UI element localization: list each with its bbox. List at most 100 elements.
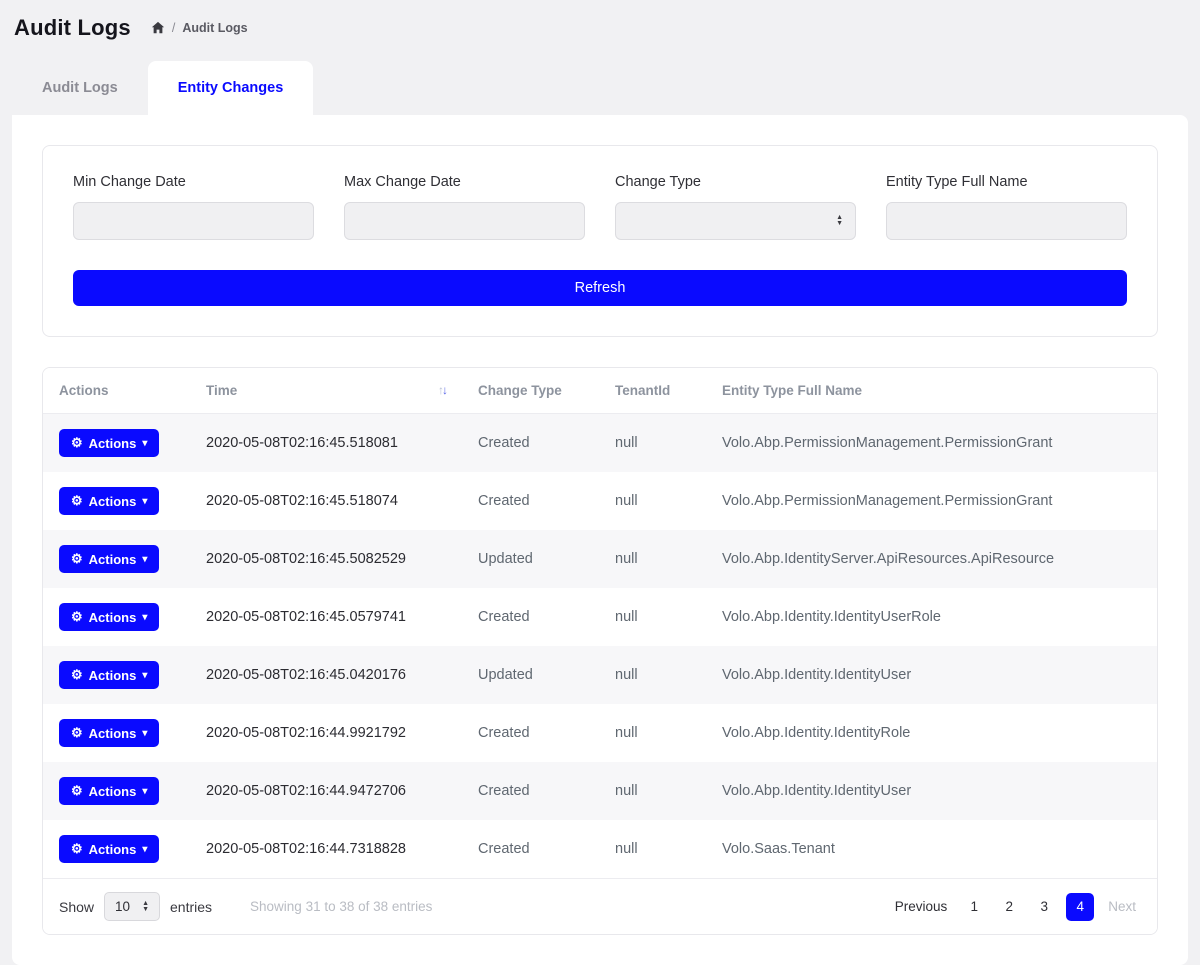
cell-change-type: Created xyxy=(462,762,599,820)
updown-arrows-icon: ▲▼ xyxy=(142,901,149,913)
row-actions-button[interactable]: ⚙ Actions ▾ xyxy=(59,835,159,863)
tab-audit-logs[interactable]: Audit Logs xyxy=(12,61,148,115)
actions-button-label: Actions xyxy=(89,610,137,625)
gear-icon: ⚙ xyxy=(71,841,83,857)
column-header-tenant-id: TenantId xyxy=(599,368,706,414)
caret-down-icon: ▾ xyxy=(142,554,147,565)
max-change-date-input[interactable] xyxy=(344,202,585,240)
cell-entity-type: Volo.Abp.PermissionManagement.Permission… xyxy=(706,472,1157,530)
show-label: Show xyxy=(59,899,94,915)
cell-entity-type: Volo.Abp.Identity.IdentityUserRole xyxy=(706,588,1157,646)
caret-down-icon: ▾ xyxy=(142,496,147,507)
page-header: Audit Logs / Audit Logs xyxy=(0,0,1200,49)
cell-change-type: Created xyxy=(462,704,599,762)
cell-entity-type: Volo.Abp.PermissionManagement.Permission… xyxy=(706,414,1157,473)
entries-summary: Showing 31 to 38 of 38 entries xyxy=(250,899,432,914)
cell-time: 2020-05-08T02:16:45.5082529 xyxy=(190,530,462,588)
actions-button-label: Actions xyxy=(89,552,137,567)
cell-change-type: Created xyxy=(462,472,599,530)
cell-change-type: Created xyxy=(462,588,599,646)
sort-icon[interactable]: ↑↓ xyxy=(438,383,446,397)
table-row: ⚙Actions▾2020-05-08T02:16:44.7318828Crea… xyxy=(43,820,1157,878)
row-actions-button[interactable]: ⚙Actions▾ xyxy=(59,661,159,689)
table-body: ⚙Actions▾2020-05-08T02:16:45.518081Creat… xyxy=(43,414,1157,879)
max-change-date-label: Max Change Date xyxy=(344,174,585,190)
table-header-row: Actions Time ↑↓ Change Type TenantId Ent… xyxy=(43,368,1157,414)
row-actions-button[interactable]: ⚙Actions▾ xyxy=(59,719,159,747)
cell-actions: ⚙Actions▾ xyxy=(43,704,190,762)
row-actions-button[interactable]: ⚙Actions▾ xyxy=(59,603,159,631)
cell-entity-type: Volo.Abp.Identity.IdentityUser xyxy=(706,762,1157,820)
cell-time: 2020-05-08T02:16:45.0420176 xyxy=(190,646,462,704)
cell-entity-type: Volo.Abp.IdentityServer.ApiResources.Api… xyxy=(706,530,1157,588)
cell-entity-type: Volo.Abp.Identity.IdentityRole xyxy=(706,704,1157,762)
actions-button-label: Actions xyxy=(89,494,137,509)
min-change-date-input[interactable] xyxy=(73,202,314,240)
filter-field-change-type: Change Type ▲▼ xyxy=(615,174,856,240)
pagination-page-2[interactable]: 2 xyxy=(996,894,1022,920)
row-actions-button[interactable]: ⚙ Actions ▾ xyxy=(59,429,159,457)
row-actions-button[interactable]: ⚙Actions▾ xyxy=(59,487,159,515)
caret-down-icon: ▾ xyxy=(142,438,147,449)
caret-down-icon: ▾ xyxy=(142,728,147,739)
table-row: ⚙Actions▾2020-05-08T02:16:45.0579741Crea… xyxy=(43,588,1157,646)
filter-section: Min Change Date Max Change Date Change T… xyxy=(42,145,1158,337)
min-change-date-label: Min Change Date xyxy=(73,174,314,190)
pagination-page-3[interactable]: 3 xyxy=(1031,894,1057,920)
cell-change-type: Updated xyxy=(462,530,599,588)
cell-tenant-id: null xyxy=(599,762,706,820)
pagination-next[interactable]: Next xyxy=(1103,899,1141,914)
gear-icon: ⚙ xyxy=(71,551,83,567)
cell-actions: ⚙Actions▾ xyxy=(43,646,190,704)
cell-tenant-id: null xyxy=(599,704,706,762)
tab-bar: Audit Logs Entity Changes xyxy=(0,61,1200,115)
column-header-entity-type: Entity Type Full Name xyxy=(706,368,1157,414)
entity-type-full-name-label: Entity Type Full Name xyxy=(886,174,1127,190)
column-header-actions: Actions xyxy=(43,368,190,414)
cell-time: 2020-05-08T02:16:44.9921792 xyxy=(190,704,462,762)
column-header-change-type: Change Type xyxy=(462,368,599,414)
entity-type-full-name-input[interactable] xyxy=(886,202,1127,240)
actions-button-label: Actions xyxy=(89,784,137,799)
cell-actions: ⚙ Actions ▾ xyxy=(43,820,190,878)
breadcrumb: / Audit Logs xyxy=(151,21,248,35)
row-actions-button[interactable]: ⚙ Actions ▾ xyxy=(59,545,159,573)
cell-time: 2020-05-08T02:16:45.0579741 xyxy=(190,588,462,646)
cell-entity-type: Volo.Abp.Identity.IdentityUser xyxy=(706,646,1157,704)
breadcrumb-separator: / xyxy=(172,21,175,35)
cell-change-type: Updated xyxy=(462,646,599,704)
actions-button-label: Actions xyxy=(89,726,137,741)
change-type-select[interactable]: ▲▼ xyxy=(615,202,856,240)
pagination-previous[interactable]: Previous xyxy=(890,899,953,914)
row-actions-button[interactable]: ⚙Actions▾ xyxy=(59,777,159,805)
page-size-select[interactable]: 10 ▲▼ xyxy=(104,892,160,921)
actions-button-label: Actions xyxy=(89,436,137,451)
cell-change-type: Created xyxy=(462,820,599,878)
caret-down-icon: ▾ xyxy=(142,612,147,623)
gear-icon: ⚙ xyxy=(71,435,83,451)
actions-button-label: Actions xyxy=(89,668,137,683)
home-icon[interactable] xyxy=(151,21,165,35)
tab-entity-changes[interactable]: Entity Changes xyxy=(148,61,314,115)
cell-tenant-id: null xyxy=(599,530,706,588)
actions-button-label: Actions xyxy=(89,842,137,857)
column-header-time[interactable]: Time ↑↓ xyxy=(190,368,462,414)
table-row: ⚙Actions▾ 2020-05-08T02:16:44.9472706Crea… xyxy=(43,762,1157,820)
cell-time: 2020-05-08T02:16:44.9472706 xyxy=(190,762,462,820)
table-row: ⚙Actions▾2020-05-08T02:16:45.518081Creat… xyxy=(43,414,1157,473)
pagination-page-1[interactable]: 1 xyxy=(961,894,987,920)
pagination-page-4[interactable]: 4 xyxy=(1066,893,1094,921)
cell-actions: ⚙ Actions ▾ xyxy=(43,530,190,588)
table-row: ⚙Actions▾2020-05-08T02:16:45.518074Creat… xyxy=(43,472,1157,530)
pagination-pages: 1234 xyxy=(961,893,1094,921)
cell-actions: ⚙ Actions ▾ xyxy=(43,414,190,473)
refresh-button[interactable]: Refresh xyxy=(73,270,1127,306)
cell-tenant-id: null xyxy=(599,414,706,473)
cell-time: 2020-05-08T02:16:45.518081 xyxy=(190,414,462,473)
caret-down-icon: ▾ xyxy=(142,670,147,681)
change-type-label: Change Type xyxy=(615,174,856,190)
cell-actions: ⚙Actions▾ xyxy=(43,472,190,530)
caret-down-icon: ▾ xyxy=(142,844,147,855)
table-row: ⚙ Actions ▾ 2020-05-08T02:16:45.5082529Upda… xyxy=(43,530,1157,588)
table-row: ⚙Actions▾2020-05-08T02:16:45.0420176Upda… xyxy=(43,646,1157,704)
